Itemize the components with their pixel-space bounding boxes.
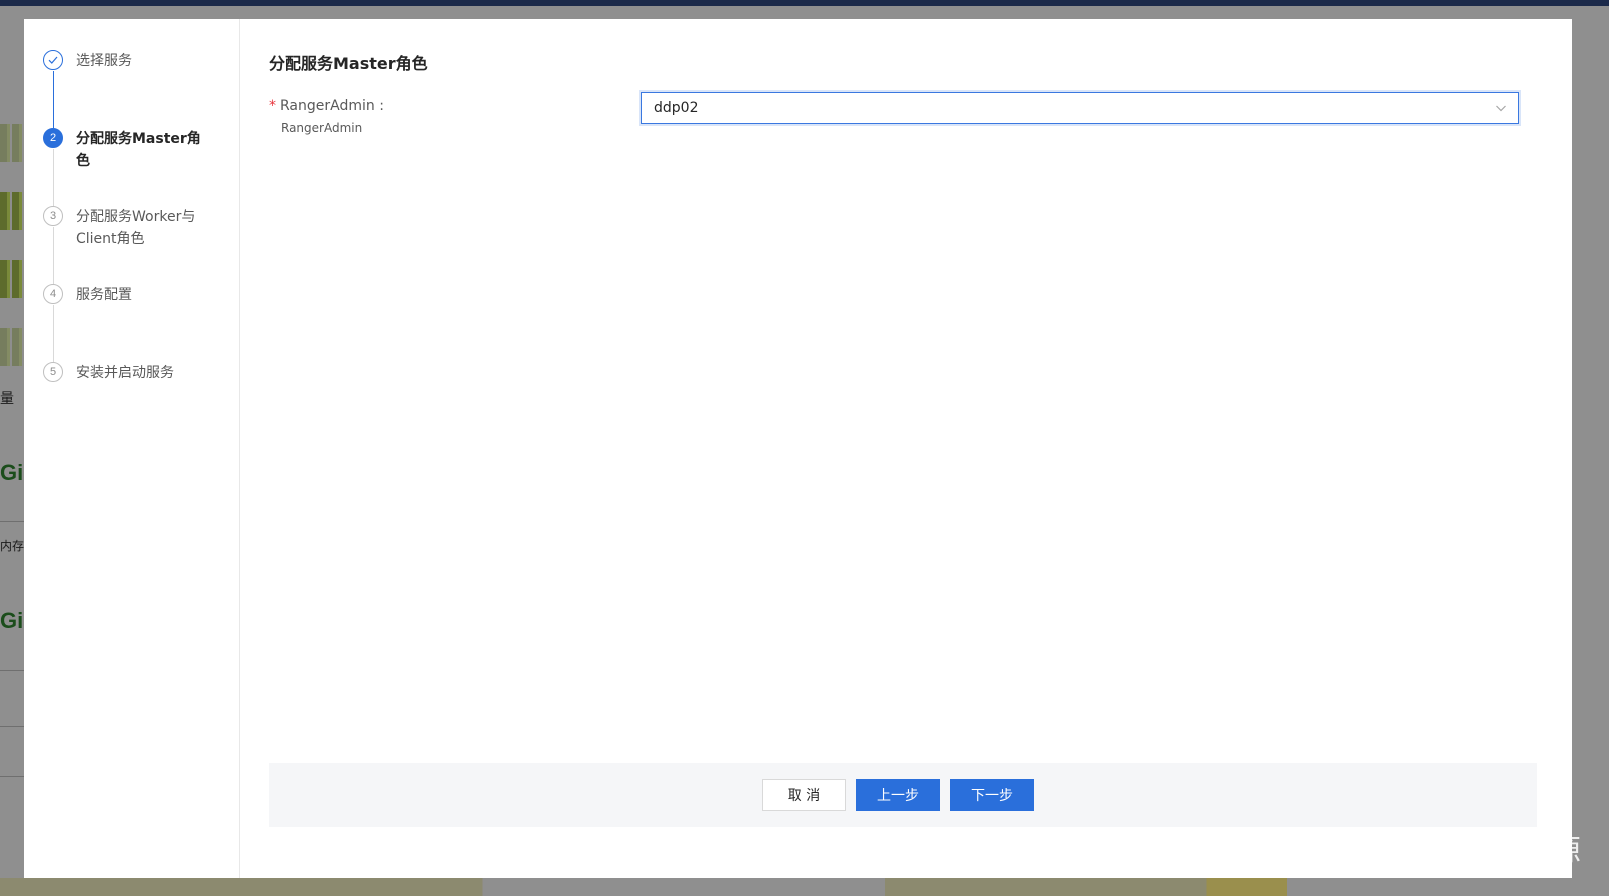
required-mark: * [269, 98, 276, 114]
step-number: 3 [43, 206, 63, 226]
field-label-text: RangerAdmin : [280, 98, 384, 114]
cancel-button[interactable]: 取 消 [762, 779, 846, 811]
step-number: 2 [43, 128, 63, 148]
modal-footer: 取 消 上一步 下一步 [269, 763, 1537, 827]
background-label: 内存 [0, 539, 25, 553]
step-label: 分配服务Master角色 [76, 131, 201, 169]
next-step-button[interactable]: 下一步 [950, 779, 1034, 811]
watermark: CSDN @小天资源 [1328, 835, 1582, 868]
step-connector [53, 71, 54, 129]
field-sub-label: RangerAdmin [281, 121, 363, 135]
select-value: ddp02 [654, 100, 699, 116]
field-label: * RangerAdmin : [269, 98, 384, 114]
step-label: 选择服务 [76, 53, 132, 69]
background-label: 量 [0, 391, 14, 407]
background-value: Gi [0, 608, 24, 633]
page-title: 分配服务Master角色 [269, 54, 428, 73]
chevron-down-icon [1494, 101, 1508, 115]
step-label: 安装并启动服务 [76, 365, 174, 381]
ranger-admin-host-select[interactable]: ddp02 [641, 92, 1519, 124]
previous-step-button[interactable]: 上一步 [856, 779, 940, 811]
steps-sidebar: 选择服务 2 分配服务Master角色 3 分配服务Worker与Client角… [24, 19, 240, 878]
step-content: 分配服务Master角色 * RangerAdmin : RangerAdmin … [240, 19, 1572, 878]
step-label: 分配服务Worker与Client角色 [76, 209, 196, 247]
add-service-modal: 选择服务 2 分配服务Master角色 3 分配服务Worker与Client角… [24, 19, 1572, 878]
step-label: 服务配置 [76, 287, 132, 303]
background-value: Gi [0, 460, 24, 485]
background-divider [0, 521, 24, 522]
background-divider [0, 726, 24, 727]
step-connector [53, 227, 54, 285]
step-connector [53, 305, 54, 363]
background-bar-block [0, 192, 24, 230]
step-connector [53, 149, 54, 207]
background-bar-block [0, 328, 24, 366]
background-bar-block [0, 124, 24, 162]
step-number: 5 [43, 362, 63, 382]
background-divider [0, 670, 24, 671]
check-icon [43, 50, 63, 70]
background-bar-block [0, 260, 24, 298]
background-chart-strip [0, 878, 1609, 896]
background-divider [0, 776, 24, 777]
step-number: 4 [43, 284, 63, 304]
